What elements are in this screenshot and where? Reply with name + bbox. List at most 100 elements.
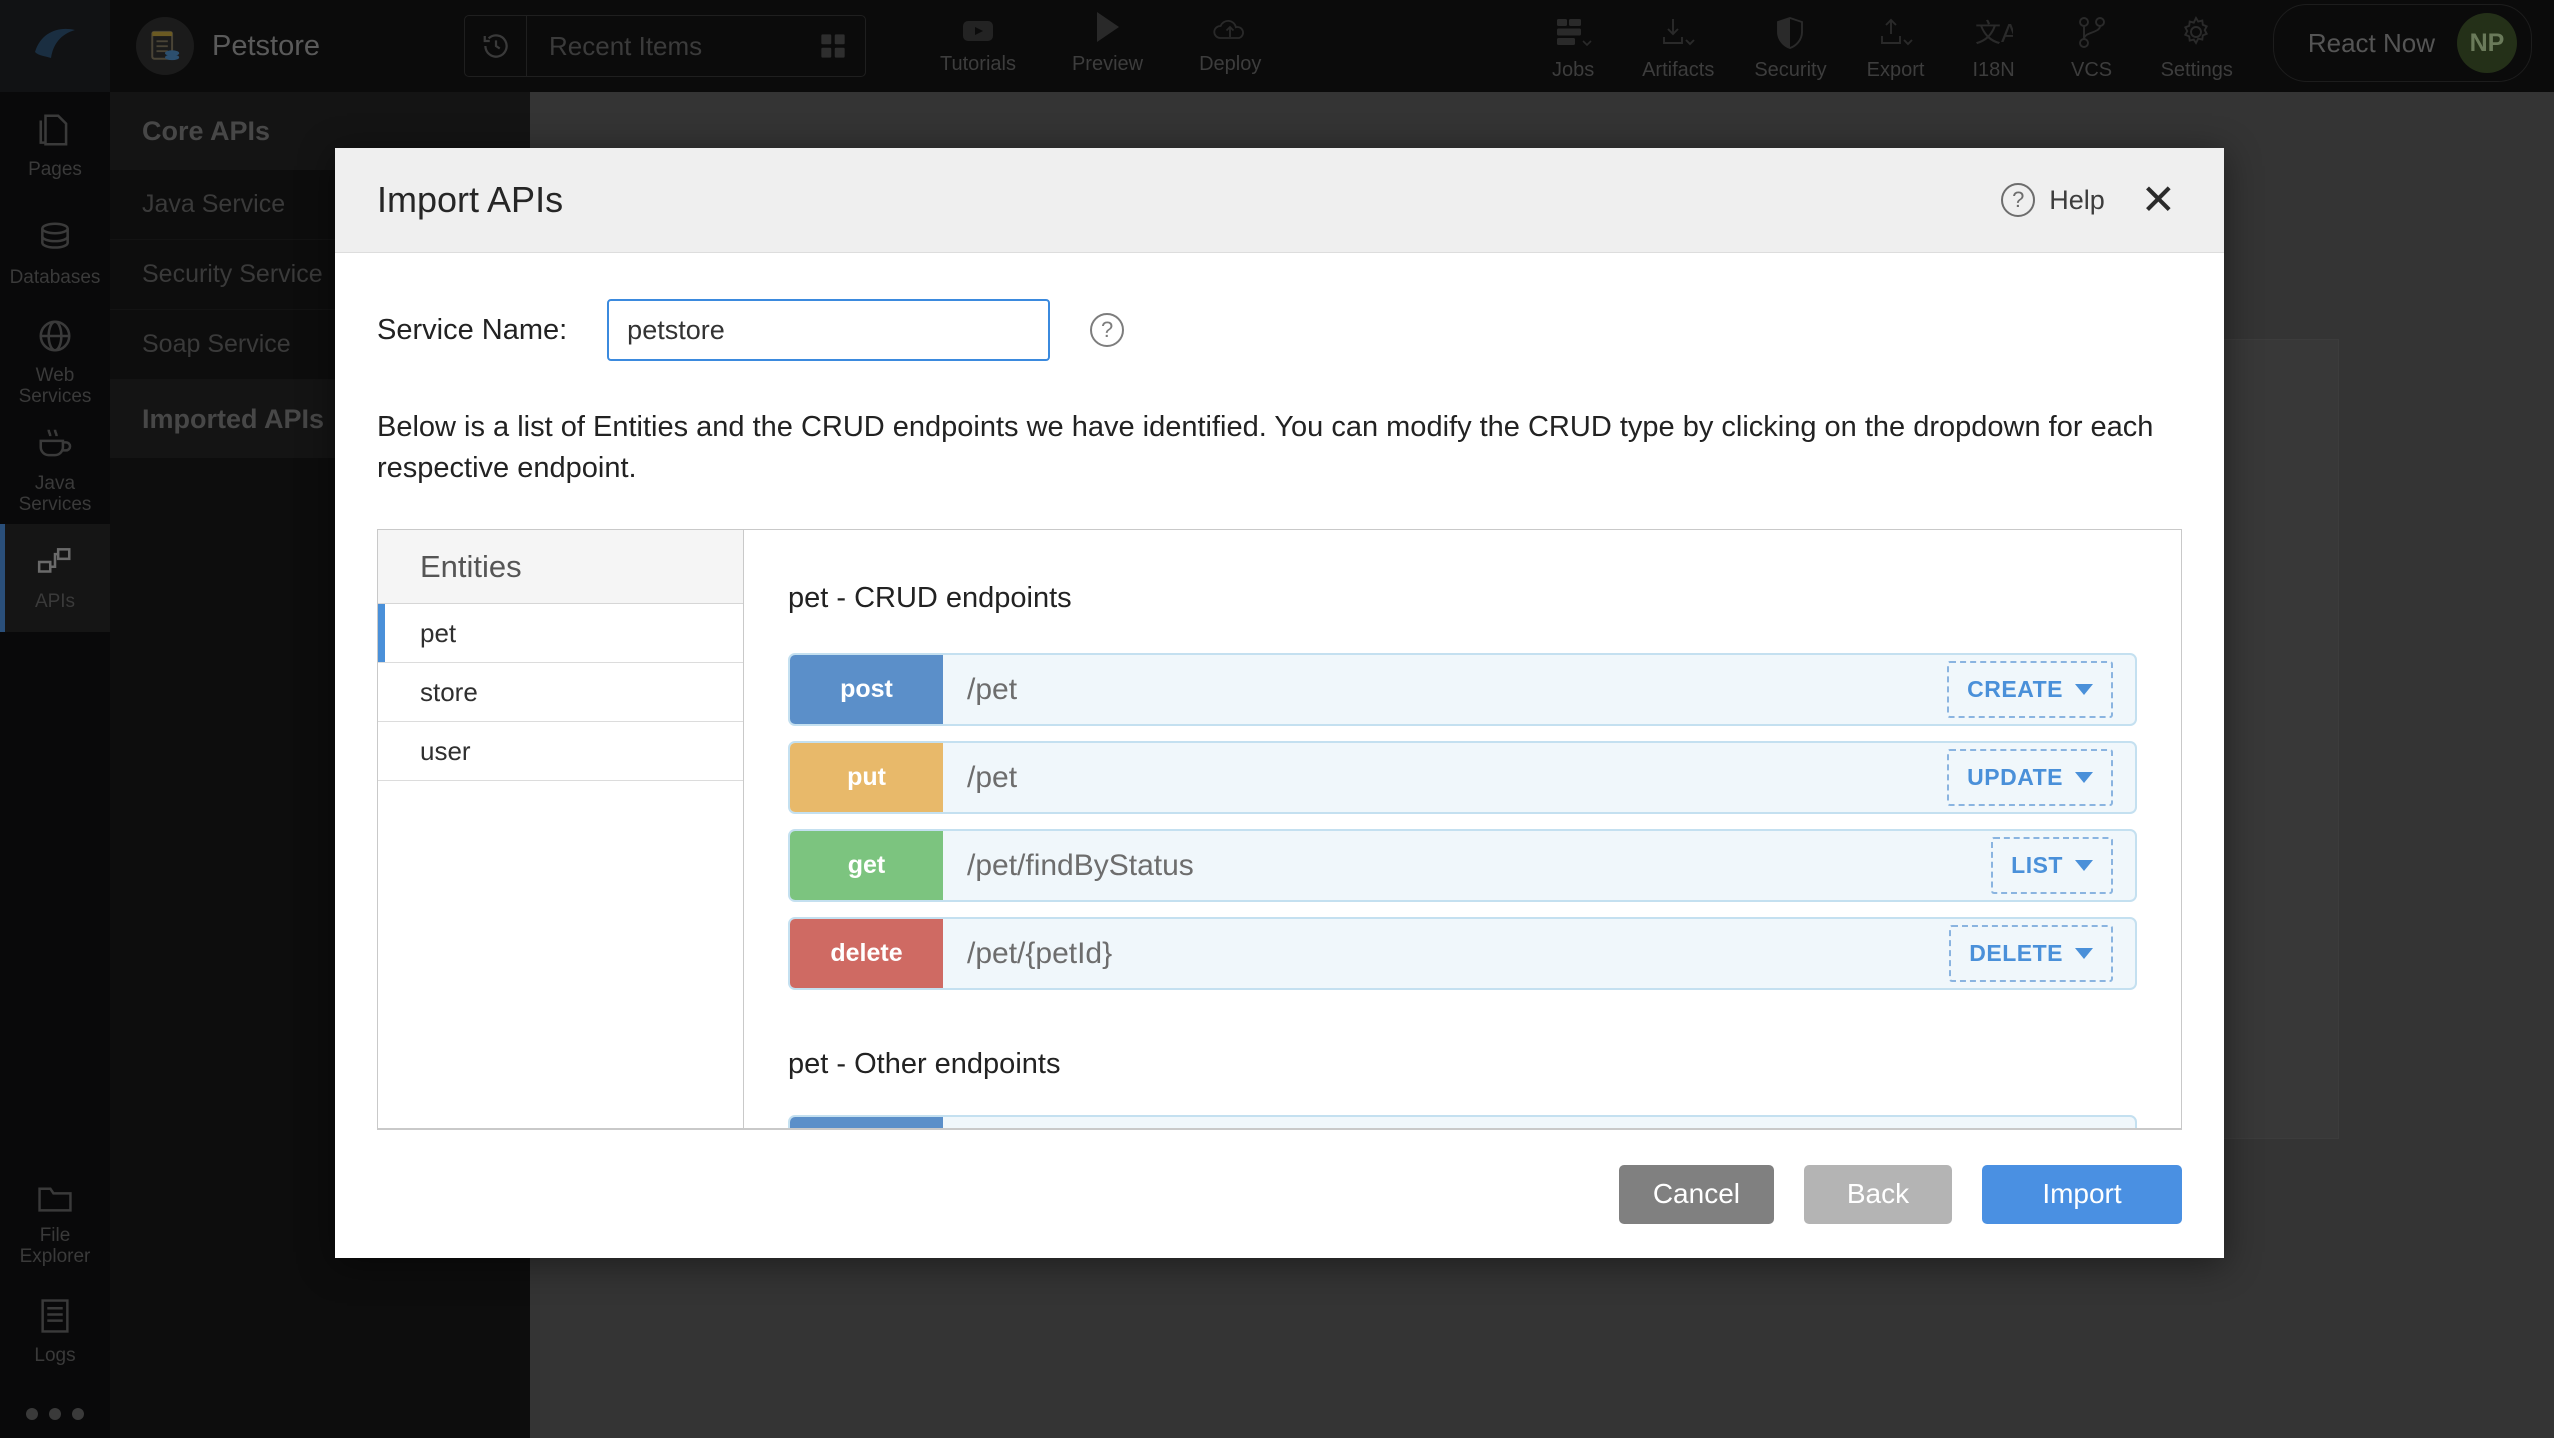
crud-type-label: CREATE	[1967, 676, 2063, 703]
rail-item-logs[interactable]: Logs	[0, 1278, 110, 1386]
method-badge: put	[790, 743, 943, 812]
grid-icon[interactable]	[819, 32, 865, 60]
project-avatar	[136, 17, 194, 75]
crud-type-label: UPDATE	[1967, 764, 2063, 791]
entity-item-pet[interactable]: pet	[378, 604, 743, 663]
help-label: Help	[2049, 185, 2105, 216]
close-icon[interactable]: ✕	[2135, 179, 2182, 221]
left-rail: Pages Databases Web Services	[0, 92, 110, 1438]
back-button[interactable]: Back	[1804, 1165, 1952, 1224]
rail-item-apis[interactable]: APIs	[0, 524, 110, 632]
toolbar-item-i18n[interactable]: 文A I18N	[1965, 16, 2023, 88]
toolbar-item-preview[interactable]: Preview	[1072, 10, 1143, 82]
server-jobs-icon	[1553, 16, 1593, 55]
entity-label: store	[420, 677, 478, 708]
history-icon[interactable]	[465, 16, 527, 76]
dialog-description: Below is a list of Entities and the CRUD…	[377, 407, 2182, 489]
endpoints-panel: pet - CRUD endpoints post /pet CREATE	[744, 529, 2182, 1130]
cancel-button[interactable]: Cancel	[1619, 1165, 1774, 1224]
wave-logo-icon	[31, 22, 79, 70]
crud-type-dropdown[interactable]: CREATE	[1947, 661, 2113, 718]
toolbar-item-vcs[interactable]: VCS	[2063, 16, 2121, 88]
dialog-title: Import APIs	[377, 179, 563, 221]
crud-section-title: pet - CRUD endpoints	[788, 582, 2137, 615]
method-badge: delete	[790, 919, 943, 988]
rail-label-web-services: Web Services	[19, 366, 92, 407]
toolbar-item-export[interactable]: Export	[1867, 16, 1925, 88]
help-button[interactable]: ? Help	[2001, 183, 2105, 217]
toolbar-item-settings[interactable]: Settings	[2161, 16, 2233, 88]
shield-icon	[1775, 16, 1805, 55]
crud-type-dropdown[interactable]: UPDATE	[1947, 749, 2113, 806]
endpoint-row[interactable]: put /pet UPDATE	[788, 741, 2137, 814]
toolbar-label-artifacts: Artifacts	[1642, 59, 1714, 82]
toolbar-label-security: Security	[1754, 59, 1826, 82]
project-name: Petstore	[212, 30, 320, 63]
rail-item-web-services[interactable]: Web Services	[0, 308, 110, 416]
youtube-play-icon	[961, 18, 995, 49]
globe-icon	[36, 317, 74, 360]
rail-item-java-services[interactable]: Java Services	[0, 416, 110, 524]
document-lines-icon	[38, 1297, 72, 1340]
rail-label-apis: APIs	[35, 592, 75, 613]
endpoint-row[interactable]: get /pet/findByStatus LIST	[788, 829, 2137, 902]
other-section-title: pet - Other endpoints	[788, 1048, 2137, 1081]
chevron-down-icon	[2075, 772, 2093, 783]
upload-box-icon	[1876, 16, 1916, 55]
avatar[interactable]: NP	[2457, 13, 2517, 73]
toolbar-item-artifacts[interactable]: Artifacts	[1642, 16, 1714, 88]
rail-label-file-explorer: File Explorer	[20, 1226, 91, 1267]
crud-type-dropdown[interactable]: DELETE	[1949, 925, 2113, 982]
rail-label-logs: Logs	[34, 1346, 75, 1367]
toolbar-label-settings: Settings	[2161, 59, 2233, 82]
dialog-header-actions: ? Help ✕	[2001, 179, 2182, 221]
cloud-upload-icon	[1211, 14, 1249, 49]
method-badge: post	[790, 655, 943, 724]
app-logo[interactable]	[0, 0, 110, 92]
service-name-input[interactable]	[607, 299, 1050, 361]
toolbar-item-security[interactable]: Security	[1754, 16, 1826, 88]
toolbar-secondary-actions: Jobs Artifacts Security	[1544, 4, 2554, 88]
entities-header: Entities	[378, 530, 743, 604]
coffee-cup-icon	[36, 425, 74, 468]
rail-item-pages[interactable]: Pages	[0, 92, 110, 200]
pages-icon	[36, 111, 74, 154]
database-list-icon	[148, 29, 182, 63]
chevron-down-icon	[2075, 860, 2093, 871]
svg-text:文A: 文A	[1975, 18, 2013, 48]
crud-endpoint-list: post /pet CREATE put /pet	[788, 653, 2137, 990]
endpoint-action: CREATE	[1947, 655, 2135, 724]
rail-item-databases[interactable]: Databases	[0, 200, 110, 308]
entity-item-store[interactable]: store	[378, 663, 743, 722]
rail-label-java-services: Java Services	[19, 474, 92, 515]
more-dots-icon[interactable]	[0, 1386, 110, 1420]
service-name-help-icon[interactable]: ?	[1090, 313, 1124, 347]
toolbar-primary-actions: Tutorials Preview Deploy	[940, 10, 1261, 82]
endpoint-path: /pet/findByStatus	[943, 831, 1991, 900]
service-name-label: Service Name:	[377, 314, 567, 347]
entities-endpoints-layout: Entities pet store user pet - CRUD endpo…	[377, 529, 2182, 1130]
crud-type-dropdown[interactable]: LIST	[1991, 837, 2113, 894]
recent-items-bar[interactable]: Recent Items	[464, 15, 866, 77]
service-name-row: Service Name: ?	[377, 299, 2182, 361]
left-rail-bottom: File Explorer Logs	[0, 1170, 110, 1420]
chevron-down-icon	[2075, 684, 2093, 695]
entity-item-user[interactable]: user	[378, 722, 743, 781]
database-icon	[36, 219, 74, 262]
endpoint-action: DELETE	[1949, 919, 2135, 988]
top-bar: Petstore Recent Items Tutorials	[0, 0, 2554, 92]
dialog-body: Service Name: ? Below is a list of Entit…	[335, 253, 2224, 1130]
endpoint-row[interactable]: post /pet CREATE	[788, 653, 2137, 726]
endpoint-row[interactable]: delete /pet/{petId} DELETE	[788, 917, 2137, 990]
endpoint-action: LIST	[1991, 831, 2135, 900]
toolbar-item-jobs[interactable]: Jobs	[1544, 16, 1602, 88]
react-now-button[interactable]: React Now NP	[2273, 4, 2532, 82]
toolbar-item-deploy[interactable]: Deploy	[1199, 14, 1261, 82]
question-circle-icon: ?	[2001, 183, 2035, 217]
project-chip[interactable]: Petstore	[136, 17, 320, 75]
play-triangle-icon	[1093, 10, 1123, 49]
rail-item-file-explorer[interactable]: File Explorer	[0, 1170, 110, 1278]
import-button[interactable]: Import	[1982, 1165, 2182, 1224]
toolbar-item-tutorials[interactable]: Tutorials	[940, 18, 1016, 82]
api-nodes-icon	[36, 543, 74, 586]
